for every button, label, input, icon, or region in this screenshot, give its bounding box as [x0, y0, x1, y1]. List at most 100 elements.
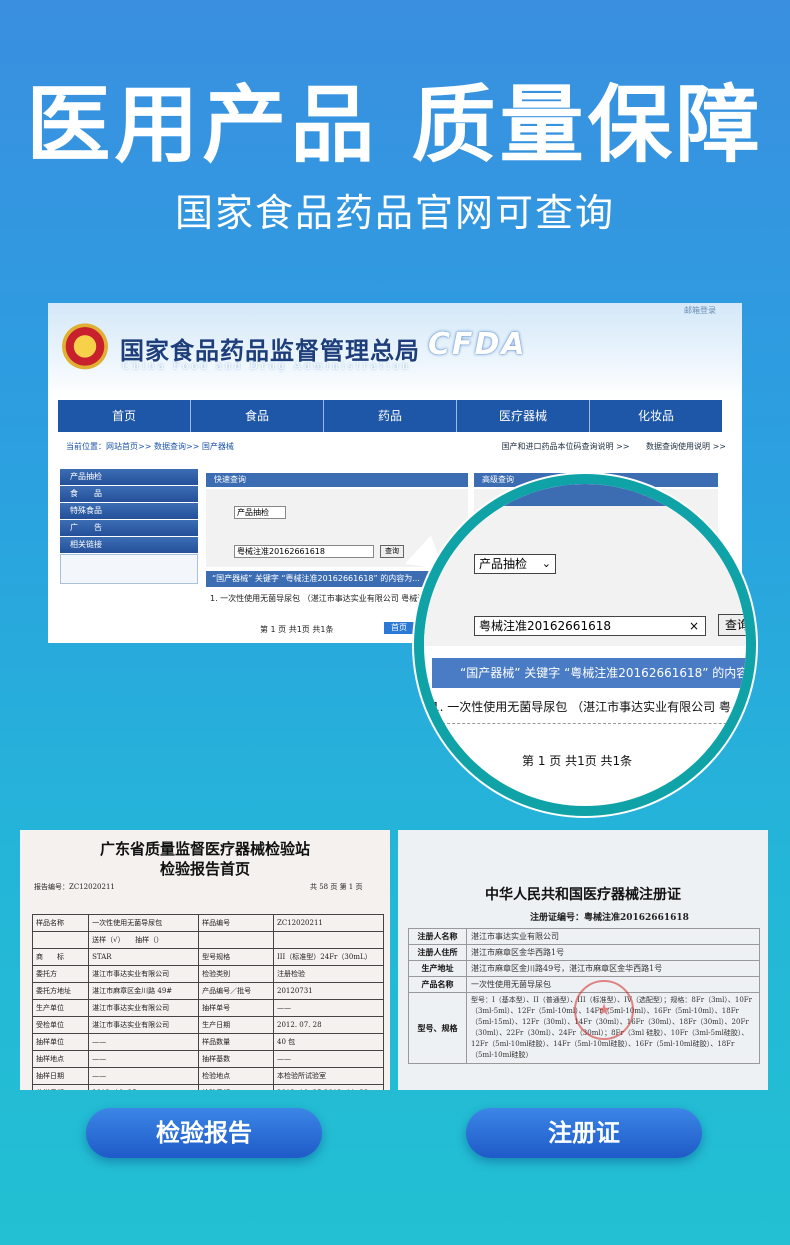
- first-page-button[interactable]: 首页: [384, 622, 414, 634]
- table-cell: 抽样单位: [31, 1033, 90, 1051]
- table-cell: 注册检验: [273, 965, 384, 983]
- breadcrumb-text[interactable]: 当前位置：网站首页>> 数据查询>> 国产器械: [66, 442, 234, 451]
- table-row: 委托方地址 湛江市麻章区金川路 49# 产品编号／批号 20120731: [31, 982, 384, 1000]
- mag-category-select[interactable]: 产品抽检 ⌄: [474, 554, 556, 574]
- sidebar-item-ads[interactable]: 广 告: [60, 520, 198, 536]
- table-cell: [198, 931, 274, 949]
- table-row: 注册人住所 湛江市麻章区金华西路1号: [408, 944, 760, 961]
- cert-field-label: 生产地址: [408, 960, 467, 977]
- sidebar-box: [60, 554, 198, 584]
- cert-field-value: 湛江市麻章区金川路49号，湛江市麻章区金华西路1号: [466, 960, 760, 977]
- cert-field-label: 注册人住所: [408, 944, 467, 961]
- nav-item-drugs[interactable]: 药品: [324, 400, 457, 432]
- mag-search-button[interactable]: 查询: [718, 614, 746, 636]
- table-cell: 40 包: [273, 1033, 384, 1051]
- result-item[interactable]: 1. 一次性使用无菌导尿包 （湛江市事达实业有限公司 粤械注...: [210, 593, 433, 604]
- table-cell: STAR: [88, 948, 200, 966]
- category-select[interactable]: 产品抽检: [234, 506, 286, 519]
- sidebar-item-sampling[interactable]: 产品抽检: [60, 469, 198, 485]
- table-cell: ——: [88, 1067, 200, 1085]
- subline: 国家食品药品官网可查询: [174, 191, 615, 235]
- query-help-link[interactable]: 数据查询使用说明 >>: [646, 442, 726, 451]
- table-cell: ——: [88, 1033, 200, 1051]
- table-cell: 抽样基数: [198, 1050, 274, 1068]
- mag-result-header: “国产器械” 关键字 “粤械注准20162661618” 的内容: [432, 658, 746, 688]
- official-seal-icon: ★: [574, 980, 634, 1040]
- table-cell: ——: [273, 1050, 384, 1068]
- table-cell: 检验类别: [198, 965, 274, 983]
- cert-field-label: 产品名称: [408, 976, 467, 993]
- table-cell: 生产日期: [198, 1016, 274, 1034]
- table-cell: 2012. 10. 25: [88, 1084, 200, 1090]
- chevron-down-icon: ⌄: [541, 557, 551, 570]
- national-emblem-icon: [62, 323, 108, 375]
- mag-panel-header: [424, 484, 746, 506]
- clear-icon[interactable]: ×: [689, 617, 699, 635]
- table-cell: 型号规格: [198, 948, 274, 966]
- code-query-help-link[interactable]: 国产和进口药品本位码查询说明 >>: [502, 442, 630, 451]
- table-row: 抽样单位 —— 样品数量 40 包: [31, 1033, 384, 1051]
- mail-login-link[interactable]: 邮箱登录: [684, 305, 716, 316]
- cert-number: 注册证编号：粤械注准20162661618: [530, 913, 689, 923]
- report-number: 报告编号：ZC12020211: [34, 883, 115, 891]
- report-label-button[interactable]: 检验报告: [86, 1108, 322, 1158]
- nav-item-food[interactable]: 食品: [191, 400, 324, 432]
- table-row: 受检单位 湛江市事达实业有限公司 生产日期 2012. 07. 28: [31, 1016, 384, 1034]
- table-cell: 湛江市事达实业有限公司: [88, 1016, 200, 1034]
- mag-select-value: 产品抽检: [479, 557, 528, 571]
- report-page-info: 共 58 页 第 1 页: [310, 883, 363, 891]
- table-cell: 湛江市事达实业有限公司: [88, 965, 200, 983]
- mag-result-item[interactable]: 1. 一次性使用无菌导尿包 （湛江市事达实业有限公司 粤: [432, 698, 746, 724]
- registration-certificate-document: 中华人民共和国医疗器械注册证 注册证编号：粤械注准20162661618 注册人…: [398, 830, 768, 1090]
- sidebar: 产品抽检 食 品 特殊食品 广 告 相关链接: [60, 469, 198, 584]
- cert-field-value: 湛江市麻章区金华西路1号: [466, 944, 760, 961]
- headline: 医用产品 质量保障: [26, 76, 764, 174]
- nav-item-devices[interactable]: 医疗器械: [457, 400, 590, 432]
- inspection-report-document: 广东省质量监督医疗器械检验站 检验报告首页 报告编号：ZC12020211 共 …: [20, 830, 390, 1090]
- table-cell: 检验地点: [198, 1067, 274, 1085]
- table-cell: 本检验所试验室: [273, 1067, 384, 1085]
- breadcrumb: 当前位置：网站首页>> 数据查询>> 国产器械 国产和进口药品本位码查询说明 >…: [66, 441, 726, 452]
- table-cell: [31, 931, 90, 949]
- table-row: 抽样日期 —— 检验地点 本检验所试验室: [31, 1067, 384, 1085]
- cert-field-label: 注册人名称: [408, 928, 467, 945]
- table-row: 注册人名称 湛江市事达实业有限公司: [408, 928, 760, 945]
- table-row: 委托方 湛江市事达实业有限公司 检验类别 注册检验: [31, 965, 384, 983]
- mag-search-input[interactable]: 粤械注准20162661618 ×: [474, 616, 706, 636]
- table-row: 抽样地点 —— 抽样基数 ——: [31, 1050, 384, 1068]
- table-row: 生产地址 湛江市麻章区金川路49号，湛江市麻章区金华西路1号: [408, 960, 760, 977]
- main-nav: 首页 食品 药品 医疗器械 化妆品: [58, 400, 722, 432]
- table-cell: 湛江市事达实业有限公司: [88, 999, 200, 1017]
- table-cell: 产品编号／批号: [198, 982, 274, 1000]
- registration-label-button[interactable]: 注册证: [466, 1108, 702, 1158]
- table-row: 商 标 STAR 型号规格 III（标准型）24Fr（30mL）: [31, 948, 384, 966]
- table-cell: 一次性使用无菌导尿包: [88, 914, 200, 932]
- table-cell: 收样日期: [31, 1084, 90, 1090]
- table-cell: 湛江市麻章区金川路 49#: [88, 982, 200, 1000]
- nav-item-home[interactable]: 首页: [58, 400, 191, 432]
- table-cell: 抽样日期: [31, 1067, 90, 1085]
- table-row: 收样日期2012. 10. 25检验日期2012. 10. 25-2012. 1…: [31, 1084, 384, 1090]
- report-table: 样品名称 一次性使用无菌导尿包 样品编号 ZC12020211 送样（√） 抽样（）商 …: [31, 914, 384, 1090]
- mag-search-value: 粤械注准20162661618: [479, 619, 611, 633]
- site-title-en: China Food and Drug Administration: [122, 361, 412, 372]
- table-cell: 商 标: [31, 948, 90, 966]
- mag-first-page-button[interactable]: [738, 748, 746, 768]
- table-cell: 检验日期: [198, 1084, 274, 1090]
- sidebar-item-links[interactable]: 相关链接: [60, 537, 198, 553]
- cert-field-value: 湛江市事达实业有限公司: [466, 928, 760, 945]
- table-cell: ——: [273, 999, 384, 1017]
- cert-title: 中华人民共和国医疗器械注册证: [485, 887, 681, 903]
- sidebar-item-special-food[interactable]: 特殊食品: [60, 503, 198, 519]
- table-cell: [273, 931, 384, 949]
- table-cell: 样品编号: [198, 914, 274, 932]
- table-cell: 委托方: [31, 965, 90, 983]
- report-subtitle: 检验报告首页: [159, 860, 250, 878]
- sidebar-item-food[interactable]: 食 品: [60, 486, 198, 502]
- table-cell: 2012. 07. 28: [273, 1016, 384, 1034]
- search-input[interactable]: 粤械注准20162661618: [234, 545, 374, 558]
- magnifier: 产品抽检 ⌄ 粤械注准20162661618 × 查询 “国产器械” 关键字 “…: [414, 474, 756, 816]
- nav-item-cosmetics[interactable]: 化妆品: [590, 400, 722, 432]
- table-row: 样品名称 一次性使用无菌导尿包 样品编号 ZC12020211: [31, 914, 384, 932]
- table-cell: 20120731: [273, 982, 384, 1000]
